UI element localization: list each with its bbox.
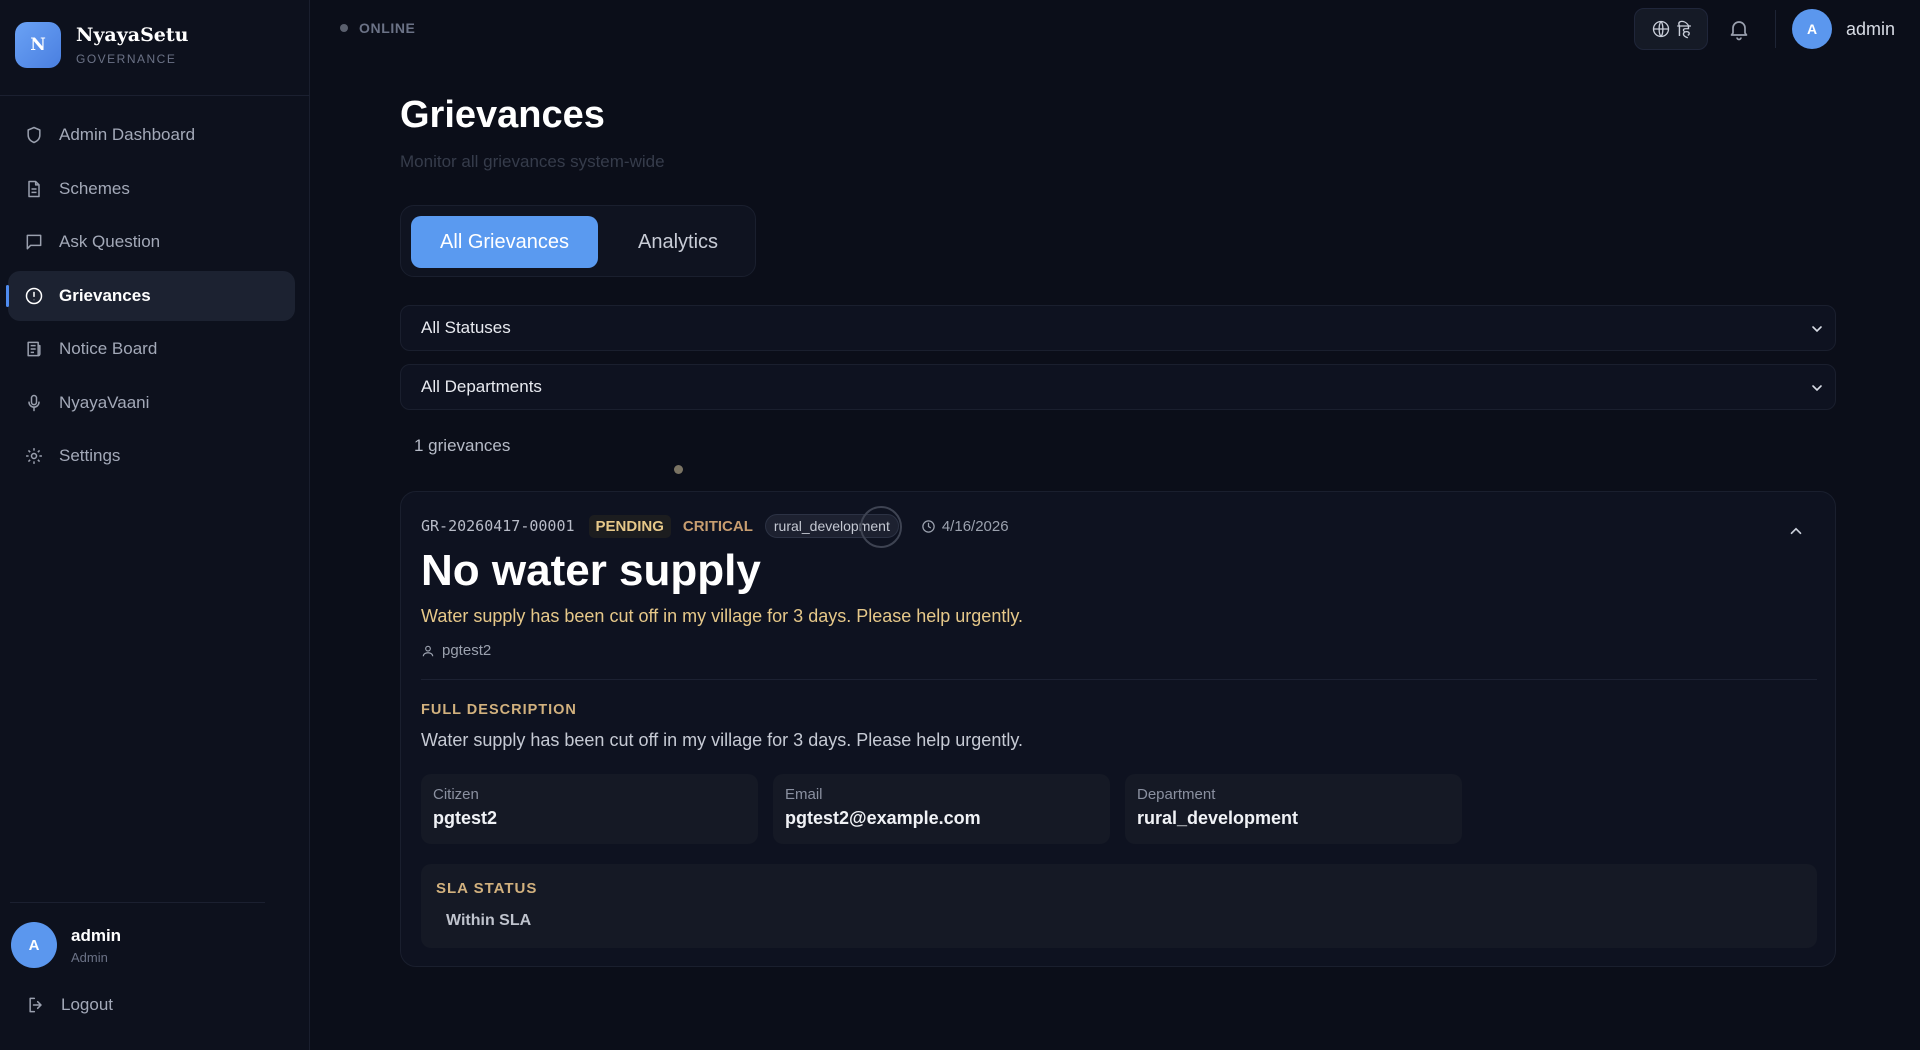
sla-label: SLA STATUS <box>436 880 538 897</box>
sidebar-item-notice-board[interactable]: Notice Board <box>8 324 295 374</box>
tab-analytics[interactable]: Analytics <box>608 216 748 268</box>
chevron-down-icon <box>1812 385 1822 392</box>
brand-subtitle: GOVERNANCE <box>76 52 177 66</box>
user-icon <box>422 645 434 656</box>
sidebar-user[interactable]: A admin Admin <box>11 922 121 968</box>
submitter-name: pgtest2 <box>442 642 492 659</box>
tab-all-grievances[interactable]: All Grievances <box>411 216 598 268</box>
grievance-id: GR-20260417-00001 <box>421 517 575 535</box>
grievance-date-value: 4/16/2026 <box>941 517 1009 535</box>
avatar: A <box>1792 9 1832 49</box>
document-icon <box>24 179 44 199</box>
full-description-label: FULL DESCRIPTION <box>421 702 577 718</box>
status-label: ONLINE <box>359 20 416 36</box>
divider <box>421 679 1817 680</box>
gear-icon <box>24 446 44 466</box>
language-toggle-button[interactable]: हि <box>1634 8 1708 50</box>
department-info-box: Department rural_development <box>1125 774 1462 844</box>
logout-button[interactable]: Logout <box>26 995 113 1015</box>
citizen-info-box: Citizen pgtest2 <box>421 774 758 844</box>
grievance-count: 1 grievances <box>414 436 511 455</box>
brand-name: NyayaSetu <box>76 24 189 46</box>
alert-circle-icon <box>24 286 44 306</box>
logout-label: Logout <box>61 995 113 1014</box>
grievance-meta: GR-20260417-00001 PENDING CRITICAL rural… <box>421 506 1009 548</box>
sidebar-item-label: Notice Board <box>59 339 158 358</box>
divider <box>1775 10 1776 48</box>
shield-icon <box>24 125 44 145</box>
status-filter-select[interactable]: All Statuses <box>400 305 1836 351</box>
language-label: हि <box>1677 20 1691 40</box>
department-filter-select[interactable]: All Departments <box>400 364 1836 410</box>
sidebar-item-label: Schemes <box>59 178 130 198</box>
status-badge: PENDING <box>588 514 671 538</box>
brand[interactable]: N NyayaSetu GOVERNANCE <box>15 22 188 68</box>
email-value: pgtest2@example.com <box>785 808 981 828</box>
notification-bell-icon[interactable] <box>1727 17 1751 41</box>
page-subtitle: Monitor all grievances system-wide <box>400 152 665 171</box>
sidebar-item-label: Settings <box>59 446 121 465</box>
email-label: Email <box>785 786 823 803</box>
sla-value: Within SLA <box>446 912 532 929</box>
microphone-icon <box>24 393 44 413</box>
notice-board-icon <box>24 339 44 359</box>
sidebar-item-settings[interactable]: Settings <box>8 431 295 481</box>
email-info-box: Email pgtest2@example.com <box>773 774 1110 844</box>
brand-logo: N <box>15 22 61 68</box>
sidebar-user-role: Admin <box>71 949 108 965</box>
sidebar-item-admin-dashboard[interactable]: Admin Dashboard <box>8 110 295 160</box>
user-menu[interactable]: A admin <box>1792 9 1895 49</box>
grievance-submitter: pgtest2 <box>421 642 491 659</box>
sidebar-item-label: Ask Question <box>59 232 161 251</box>
divider <box>0 95 310 96</box>
cursor-ring <box>859 506 902 548</box>
department-filter-value: All Departments <box>421 377 542 396</box>
sidebar-item-label: NyayaVaani <box>59 392 150 412</box>
globe-icon <box>1653 20 1670 38</box>
view-tabs: All Grievances Analytics <box>400 205 756 277</box>
grievance-card: GR-20260417-00001 PENDING CRITICAL rural… <box>400 491 1836 967</box>
sidebar-item-label: Admin Dashboard <box>59 125 196 144</box>
priority-badge: CRITICAL <box>682 517 753 535</box>
app-root: N NyayaSetu GOVERNANCE Admin Dashboard S… <box>0 0 1920 1050</box>
logout-icon <box>26 995 46 1015</box>
page-title: Grievances <box>400 94 605 136</box>
chevron-down-icon <box>1812 326 1822 333</box>
grievance-title: No water supply <box>421 546 761 595</box>
department-label: Department <box>1137 786 1216 803</box>
divider <box>10 902 265 903</box>
grievance-date: 4/16/2026 <box>921 518 1009 535</box>
sidebar-item-grievances[interactable]: Grievances <box>6 270 295 321</box>
sla-status-panel: SLA STATUS Within SLA <box>421 864 1817 948</box>
department-tag: rural_development <box>764 506 902 548</box>
sidebar-user-name: admin <box>71 925 122 945</box>
sidebar-nav: Admin Dashboard Schemes Ask Question Gri… <box>6 110 295 485</box>
connection-status: ONLINE <box>340 20 416 36</box>
sidebar: N NyayaSetu GOVERNANCE Admin Dashboard S… <box>0 0 310 1050</box>
status-filter-value: All Statuses <box>421 318 511 337</box>
loading-dot <box>674 465 683 474</box>
full-description-text: Water supply has been cut off in my vill… <box>421 730 1023 750</box>
sidebar-item-ask-question[interactable]: Ask Question <box>8 217 295 267</box>
sidebar-item-label: Grievances <box>59 285 151 305</box>
clock-icon <box>922 519 935 533</box>
chevron-up-icon[interactable] <box>1787 522 1805 540</box>
sidebar-item-nyayavaani[interactable]: NyayaVaani <box>8 378 295 428</box>
chat-icon <box>24 232 44 252</box>
citizen-value: pgtest2 <box>433 808 498 828</box>
grievance-summary: Water supply has been cut off in my vill… <box>421 606 1023 626</box>
avatar: A <box>11 922 57 968</box>
status-dot <box>340 24 348 32</box>
citizen-label: Citizen <box>433 786 479 803</box>
top-user-name: admin <box>1846 18 1896 39</box>
sidebar-item-schemes[interactable]: Schemes <box>8 164 295 214</box>
department-value: rural_development <box>1137 808 1299 828</box>
